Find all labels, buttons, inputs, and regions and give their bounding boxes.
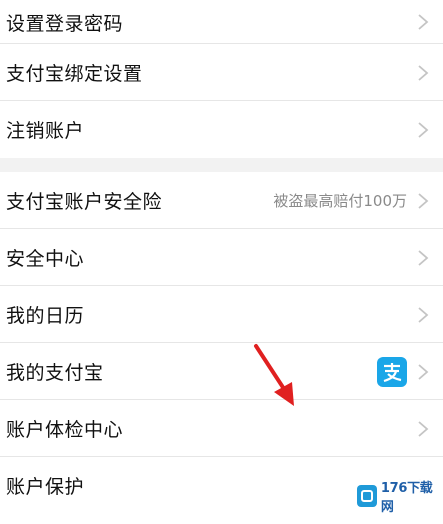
settings-screen: 设置登录密码 支付宝绑定设置 注销账户 支付宝账户安全险 被盗最高赔付100万 … xyxy=(0,0,443,524)
account-security-insurance-label: 支付宝账户安全险 xyxy=(6,191,163,213)
chevron-right-icon xyxy=(418,249,429,266)
chevron-right-icon xyxy=(418,363,429,380)
account-checkup-center-label: 账户体检中心 xyxy=(6,419,124,441)
alipay-binding-settings-row[interactable]: 支付宝绑定设置 xyxy=(0,44,443,101)
set-login-password-row[interactable]: 设置登录密码 xyxy=(0,0,443,44)
security-center-row[interactable]: 安全中心 xyxy=(0,229,443,286)
set-login-password-label: 设置登录密码 xyxy=(6,12,124,35)
section-divider xyxy=(0,158,443,172)
alipay-glyph-icon xyxy=(383,362,402,382)
my-alipay-label: 我的支付宝 xyxy=(6,362,104,384)
chevron-right-icon xyxy=(418,192,429,209)
settings-group-security: 支付宝账户安全险 被盗最高赔付100万 安全中心 我的日历 我的支付宝 账户体检… xyxy=(0,172,443,514)
site-watermark: 176下载网 xyxy=(353,476,439,516)
chevron-right-icon xyxy=(418,306,429,323)
settings-group-account: 设置登录密码 支付宝绑定设置 注销账户 xyxy=(0,0,443,158)
my-calendar-row[interactable]: 我的日历 xyxy=(0,286,443,343)
chevron-right-icon xyxy=(418,121,429,138)
insurance-description: 被盗最高赔付100万 xyxy=(273,192,407,210)
cancel-account-row[interactable]: 注销账户 xyxy=(0,101,443,158)
watermark-text: 176下载网 xyxy=(380,481,433,515)
account-checkup-center-row[interactable]: 账户体检中心 xyxy=(0,400,443,457)
alipay-binding-settings-label: 支付宝绑定设置 xyxy=(6,63,143,85)
account-security-insurance-row[interactable]: 支付宝账户安全险 被盗最高赔付100万 xyxy=(0,172,443,229)
watermark-logo-icon xyxy=(357,485,377,507)
cancel-account-label: 注销账户 xyxy=(6,120,85,142)
chevron-right-icon xyxy=(418,420,429,437)
chevron-right-icon xyxy=(418,14,429,30)
my-alipay-row[interactable]: 我的支付宝 xyxy=(0,343,443,400)
security-center-label: 安全中心 xyxy=(6,248,85,270)
chevron-right-icon xyxy=(418,64,429,81)
alipay-icon xyxy=(377,356,407,387)
my-calendar-label: 我的日历 xyxy=(6,305,85,327)
